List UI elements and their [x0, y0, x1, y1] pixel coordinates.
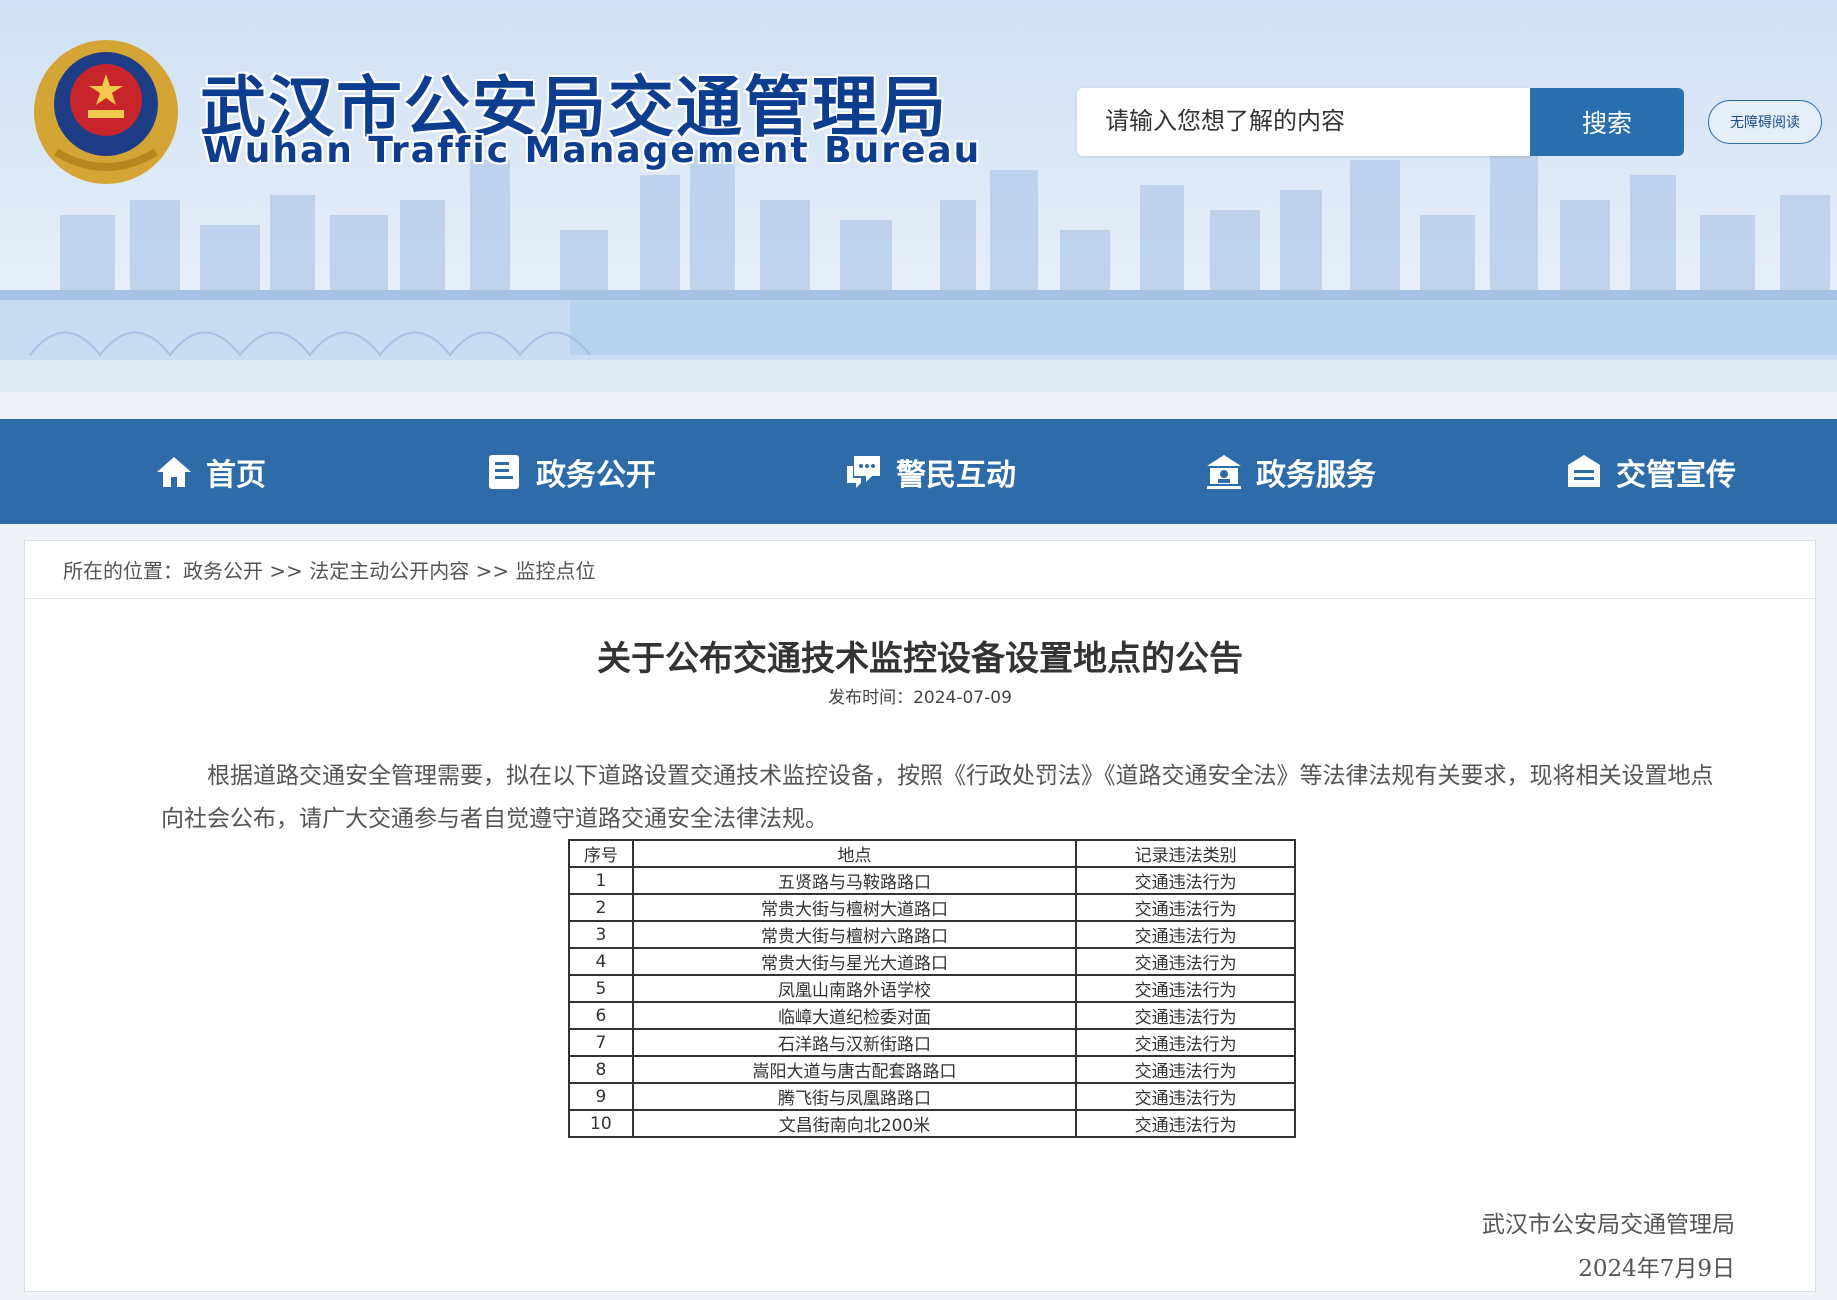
content-panel: 所在的位置：政务公开 >> 法定主动公开内容 >> 监控点位 关于公布交通技术监…: [24, 540, 1816, 1292]
table-cell: 1: [568, 866, 634, 895]
nav-item-label: 首页: [206, 457, 266, 493]
breadcrumb-prefix: 所在的位置：: [63, 559, 183, 583]
table-cell: 常贵大街与檀树六路路口: [631, 920, 1078, 949]
table-cell: 石洋路与汉新街路口: [631, 1028, 1078, 1057]
table-cell: 嵩阳大道与唐古配套路路口: [631, 1055, 1078, 1084]
table-cell: 3: [568, 920, 634, 949]
breadcrumb-link-monitoring-points[interactable]: 监控点位: [515, 559, 595, 583]
signature-org: 武汉市公安局交通管理局: [1482, 1212, 1735, 1238]
service-icon: [1207, 454, 1241, 489]
header-banner: 武汉市公安局交通管理局 Wuhan Traffic Management Bur…: [0, 0, 1837, 392]
table-cell: 8: [568, 1055, 634, 1084]
table-row: 3 常贵大街与檀树六路路口 交通违法行为: [568, 920, 1296, 949]
table-header-row: 序号 地点 记录违法类别: [568, 839, 1296, 868]
table-row: 4 常贵大街与星光大道路口 交通违法行为: [568, 947, 1296, 976]
signature-date: 2024年7月9日: [1578, 1256, 1735, 1282]
table-cell: 交通违法行为: [1075, 1082, 1296, 1111]
table-row: 9 腾飞街与凤凰路路口 交通违法行为: [568, 1082, 1296, 1111]
breadcrumb-link-government-affairs[interactable]: 政务公开: [183, 559, 263, 583]
article-title: 关于公布交通技术监控设备设置地点的公告: [597, 639, 1243, 679]
table-cell: 腾飞街与凤凰路路口: [631, 1082, 1078, 1111]
table-row: 5 凤凰山南路外语学校 交通违法行为: [568, 974, 1296, 1003]
nav-item-government-affairs[interactable]: 政务公开: [390, 419, 750, 524]
table-row: 8 嵩阳大道与唐古配套路路口 交通违法行为: [568, 1055, 1296, 1084]
nav-item-home[interactable]: 首页: [0, 419, 390, 524]
publicity-icon: [1568, 454, 1600, 487]
document-icon: [489, 454, 519, 489]
column-header: 序号: [568, 839, 634, 868]
column-header: 记录违法类别: [1075, 839, 1296, 868]
breadcrumb-link-statutory-content[interactable]: 法定主动公开内容: [309, 559, 469, 583]
breadcrumb-separator: >>: [269, 559, 303, 583]
table-cell: 交通违法行为: [1075, 866, 1296, 895]
table-row: 7 石洋路与汉新街路口 交通违法行为: [568, 1028, 1296, 1057]
table-cell: 文昌街南向北200米: [631, 1109, 1078, 1138]
main-nav: 首页 政务公开 警民互动 政务服务 交管宣传: [0, 419, 1837, 524]
table-cell: 9: [568, 1082, 634, 1111]
monitoring-locations-table: 序号 地点 记录违法类别 1 五贤路与马鞍路路口 交通违法行为 2 常贵大街与檀树大道…: [568, 839, 1296, 1138]
accessibility-button[interactable]: 无障碍阅读: [1708, 100, 1822, 144]
breadcrumb: 所在的位置：政务公开 >> 法定主动公开内容 >> 监控点位: [25, 541, 1815, 599]
breadcrumb-separator: >>: [475, 559, 510, 583]
table-cell: 交通违法行为: [1075, 1055, 1296, 1084]
table-cell: 5: [568, 974, 634, 1003]
search-button[interactable]: 搜索: [1530, 88, 1684, 156]
table-cell: 交通违法行为: [1075, 1109, 1296, 1138]
search-input[interactable]: [1077, 88, 1525, 154]
chat-icon: [847, 455, 880, 488]
nav-item-label: 政务公开: [536, 457, 656, 493]
nav-item-label: 政务服务: [1256, 457, 1376, 493]
article-paragraph: 根据道路交通安全管理需要，拟在以下道路设置交通技术监控设备，按照《行政处罚法》《…: [161, 763, 1714, 832]
table-cell: 6: [568, 1001, 634, 1030]
table-cell: 交通违法行为: [1075, 920, 1296, 949]
table-cell: 临嶂大道纪检委对面: [631, 1001, 1078, 1030]
table-row: 1 五贤路与马鞍路路口 交通违法行为: [568, 866, 1296, 895]
table-cell: 交通违法行为: [1075, 947, 1296, 976]
nav-item-publicity[interactable]: 交管宣传: [1470, 419, 1830, 524]
table-cell: 10: [568, 1109, 634, 1138]
home-icon: [157, 456, 191, 487]
table-cell: 4: [568, 947, 634, 976]
table-cell: 凤凰山南路外语学校: [631, 974, 1078, 1003]
table-cell: 交通违法行为: [1075, 893, 1296, 922]
search-box: [1077, 88, 1531, 156]
nav-item-label: 警民互动: [896, 457, 1016, 493]
table-cell: 交通违法行为: [1075, 1028, 1296, 1057]
table-row: 10 文昌街南向北200米 交通违法行为: [568, 1109, 1296, 1138]
table-cell: 7: [568, 1028, 634, 1057]
table-cell: 2: [568, 893, 634, 922]
table-cell: 交通违法行为: [1075, 974, 1296, 1003]
column-header: 地点: [631, 839, 1078, 868]
table-cell: 五贤路与马鞍路路口: [631, 866, 1078, 895]
table-cell: 常贵大街与檀树大道路口: [631, 893, 1078, 922]
table-cell: 常贵大街与星光大道路口: [631, 947, 1078, 976]
table-cell: 交通违法行为: [1075, 1001, 1296, 1030]
nav-item-label: 交管宣传: [1616, 457, 1736, 493]
table-row: 6 临嶂大道纪检委对面 交通违法行为: [568, 1001, 1296, 1030]
publish-date: 发布时间：2024-07-09: [828, 688, 1012, 708]
nav-item-services[interactable]: 政务服务: [1110, 419, 1470, 524]
site-title-english: Wuhan Traffic Management Bureau: [203, 130, 982, 171]
table-row: 2 常贵大街与檀树大道路口 交通违法行为: [568, 893, 1296, 922]
nav-item-interaction[interactable]: 警民互动: [750, 419, 1110, 524]
police-emblem-icon: [34, 40, 178, 184]
